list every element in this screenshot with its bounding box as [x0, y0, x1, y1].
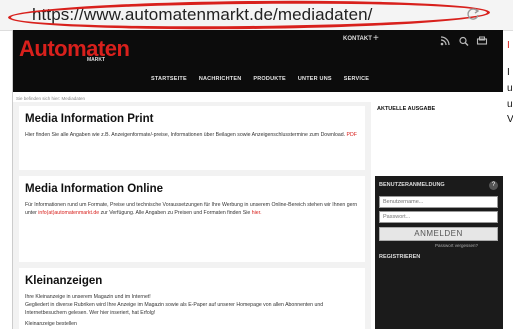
header-icons	[438, 34, 498, 48]
print-info-body: Hier finden Sie alle Angaben wie z.B. An…	[25, 132, 346, 138]
contact-plus-icon[interactable]: +	[373, 33, 379, 44]
rss-icon[interactable]	[440, 36, 452, 46]
pdf-link[interactable]: PDF	[347, 132, 357, 138]
cut-text-4: u	[507, 99, 513, 110]
username-field[interactable]	[379, 196, 498, 208]
cut-text-5: V	[507, 114, 513, 125]
search-icon[interactable]	[458, 36, 470, 46]
classifieds-order-link[interactable]: Kleinanzeige bestellen	[25, 320, 359, 328]
nav-item-unter-uns[interactable]: UNTER UNS	[298, 76, 332, 86]
cut-text-2: I	[507, 67, 510, 78]
nav-item-produkte[interactable]: PRODUKTE	[253, 76, 285, 86]
nav-item-nachrichten[interactable]: NACHRICHTEN	[199, 76, 242, 86]
cut-text-3: u	[507, 83, 513, 94]
site-header: Automaten MARKT KONTAKT + STARTSEITE NAC…	[13, 30, 503, 92]
browser-address-bar[interactable]: https://www.automatenmarkt.de/mediadaten…	[0, 0, 513, 32]
password-field[interactable]	[379, 211, 498, 223]
classifieds-line-2: Gegliedert in diverse Rubriken wird Ihre…	[25, 302, 324, 316]
forgot-password-link[interactable]: Passwort vergessen?	[435, 243, 478, 248]
site-logo-sub: MARKT	[87, 57, 106, 63]
print-info-text: Hier finden Sie alle Angaben wie z.B. An…	[25, 131, 359, 139]
login-panel: BENUTZERANMELDUNG ? ANMELDEN Passwort ve…	[375, 176, 503, 329]
cut-text-1: I	[507, 40, 510, 51]
login-button[interactable]: ANMELDEN	[379, 227, 498, 241]
contact-link[interactable]: KONTAKT	[343, 36, 372, 42]
reload-icon[interactable]	[466, 7, 480, 21]
online-info-card: Media Information Online Für Information…	[19, 176, 365, 262]
site-logo[interactable]: Automaten	[19, 36, 130, 62]
online-info-text: Für Informationen rund um Formate, Preis…	[25, 201, 359, 217]
online-prices-link[interactable]: hier.	[252, 210, 262, 216]
login-heading: BENUTZERANMELDUNG	[379, 182, 445, 188]
nav-item-startseite[interactable]: STARTSEITE	[151, 76, 187, 86]
register-link[interactable]: REGISTRIEREN	[379, 254, 420, 260]
email-link[interactable]: info(at)automatenmarkt.de	[38, 210, 99, 216]
main-content: Media Information Print Hier finden Sie …	[13, 102, 371, 329]
main-nav: STARTSEITE NACHRICHTEN PRODUKTE UNTER UN…	[151, 76, 369, 86]
print-info-title: Media Information Print	[25, 113, 154, 125]
classifieds-card: Kleinanzeigen Ihre Kleinanzeige in unser…	[19, 268, 365, 329]
nav-item-service[interactable]: SERVICE	[344, 76, 369, 86]
help-icon[interactable]: ?	[489, 181, 498, 190]
classifieds-line-1: Ihre Kleinanzeige in unserem Magazin und…	[25, 294, 151, 300]
print-icon[interactable]	[476, 36, 488, 46]
online-info-body-2: zur Verfügung. Alle Angaben zu Preisen u…	[100, 210, 251, 216]
classifieds-title: Kleinanzeigen	[25, 275, 103, 287]
website: Automaten MARKT KONTAKT + STARTSEITE NAC…	[12, 30, 503, 329]
sidebar: AKTUELLE AUSGABE BENUTZERANMELDUNG ? ANM…	[375, 102, 503, 329]
current-issue-heading: AKTUELLE AUSGABE	[377, 106, 436, 112]
breadcrumb: Sie befinden sich hier: Mediadaten	[16, 96, 86, 101]
online-info-title: Media Information Online	[25, 183, 164, 195]
print-info-card: Media Information Print Hier finden Sie …	[19, 106, 365, 170]
